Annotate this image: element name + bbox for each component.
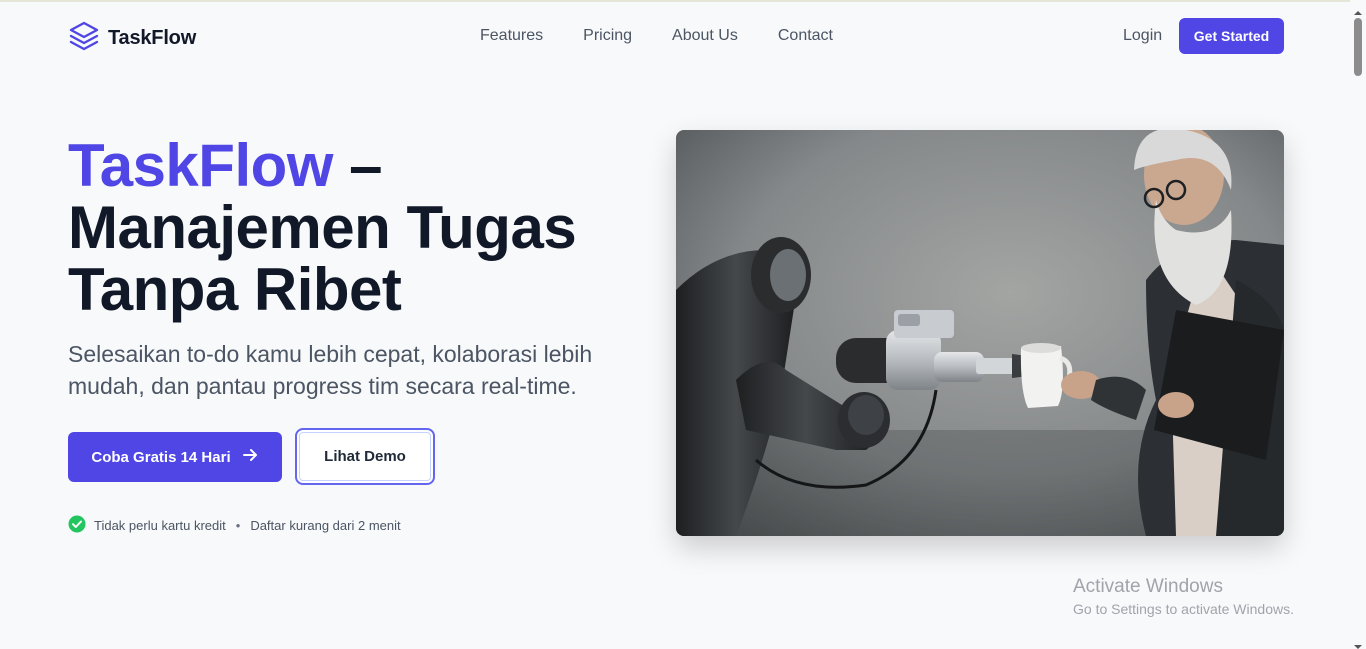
nav-features[interactable]: Features [480, 27, 543, 45]
landing-page: TaskFlow Features Pricing About Us Conta… [0, 0, 1366, 649]
nav-about-us[interactable]: About Us [672, 27, 738, 45]
windows-activation-title: Activate Windows [1073, 576, 1223, 597]
scroll-up-icon[interactable] [1354, 4, 1362, 15]
top-border [0, 0, 1366, 2]
layers-icon [68, 20, 100, 57]
start-trial-label: Coba Gratis 14 Hari [91, 448, 231, 466]
arrow-right-icon [241, 446, 259, 468]
get-started-button[interactable]: Get Started [1179, 18, 1284, 54]
note-separator: • [235, 518, 241, 533]
login-link[interactable]: Login [1123, 27, 1162, 45]
check-circle-icon [68, 515, 86, 536]
scrollbar-thumb[interactable] [1354, 18, 1362, 76]
note-no-credit-card: Tidak perlu kartu kredit [94, 518, 226, 533]
scroll-down-icon[interactable] [1354, 638, 1362, 649]
vertical-scrollbar[interactable] [1350, 0, 1366, 649]
main-nav: Features Pricing About Us Contact [480, 27, 833, 45]
windows-activation-subtitle: Go to Settings to activate Windows. [1073, 601, 1294, 617]
nav-contact[interactable]: Contact [778, 27, 833, 45]
hero-subtitle: Selesaikan to-do kamu lebih cepat, kolab… [68, 341, 593, 399]
hero-title: TaskFlow – Manajemen Tugas Tanpa Ribet [68, 135, 628, 321]
start-trial-button[interactable]: Coba Gratis 14 Hari [68, 432, 282, 482]
hero-title-accent: TaskFlow [68, 132, 333, 199]
brand-name: TaskFlow [108, 27, 197, 49]
hero-image [676, 130, 1284, 536]
note-signup-time: Daftar kurang dari 2 menit [250, 518, 401, 533]
brand-logo[interactable]: TaskFlow [68, 20, 196, 57]
view-demo-button[interactable]: Lihat Demo [295, 428, 435, 485]
nav-pricing[interactable]: Pricing [583, 27, 632, 45]
hero-notes: Tidak perlu kartu kredit • Daftar kurang… [68, 515, 401, 536]
